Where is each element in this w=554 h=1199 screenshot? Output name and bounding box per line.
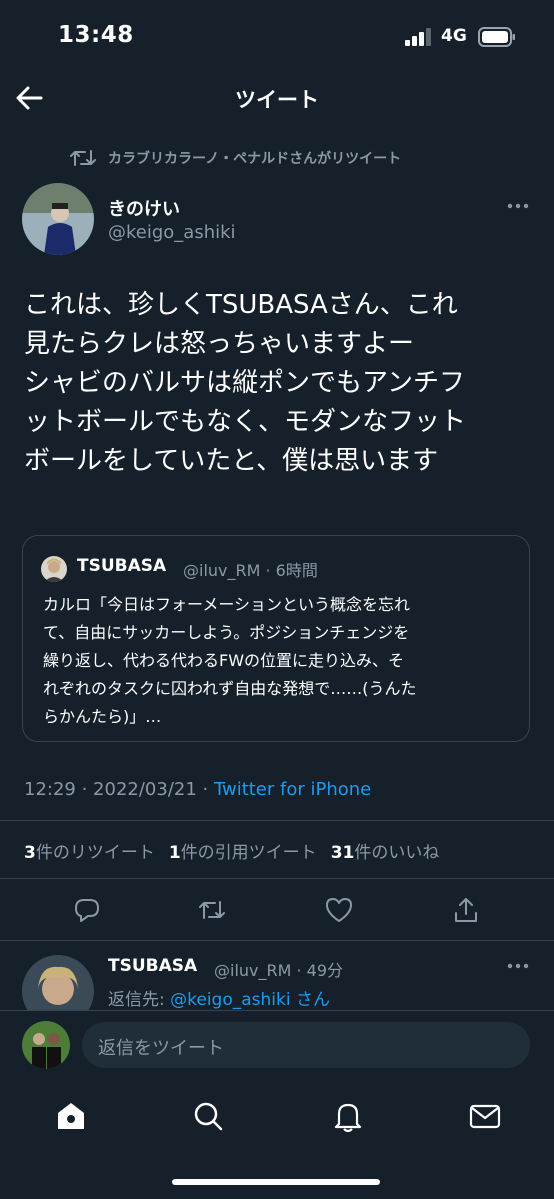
quote-avatar [41,556,67,582]
page-title: ツイート [235,88,319,112]
quote-text: カルロ「今日はフォーメーションという概念を忘れ て、自由にサッカーしよう。ポジシ… [43,595,417,726]
reply-author-meta: @iluv_RM · 49分 [214,961,344,980]
quote-author-meta: @iluv_RM · 6時間 [183,561,318,580]
quotes-stat[interactable]: 1件の引用ツイート [169,838,317,863]
divider [0,878,554,879]
retweet-context[interactable]: カラブリカラーノ・ペナルドさんがリツイート [70,146,401,170]
replying-to-link[interactable]: @keigo_ashiki [170,990,290,1010]
battery-icon [478,27,515,47]
search-icon[interactable] [191,1099,225,1133]
tweet-text: これは、珍しくTSUBASAさん、これ 見たらクレは怒っちゃいますよー シャビの… [24,290,467,476]
tweet-client-link[interactable]: Twitter for iPhone [214,779,371,800]
likes-stat[interactable]: 31件のいいね [331,838,440,863]
retweet-context-label: カラブリカラーノ・ペナルドさんがリツイート [108,151,402,167]
status-time: 13:48 [58,22,134,48]
signal-icon [405,28,431,46]
back-arrow-icon[interactable] [14,84,44,112]
divider [0,940,554,941]
quote-avatar-image [41,556,67,582]
tweet-stats: 3件のリツイート 1件の引用ツイート 31件のいいね [24,838,439,863]
reply-icon[interactable] [72,895,102,925]
retweet-icon [70,150,96,166]
divider [0,820,554,821]
network-type: 4G [441,26,467,46]
author-avatar-image [22,183,94,255]
reply-author-name[interactable]: TSUBASA [108,956,197,976]
messages-icon[interactable] [468,1099,502,1133]
quote-tweet-card[interactable]: TSUBASA @iluv_RM · 6時間 カルロ「今日はフォーメーションとい… [22,535,530,742]
reply-replying-to: 返信先: @keigo_ashiki さん [108,990,330,1010]
my-avatar-image [22,1021,70,1069]
quote-author-name: TSUBASA [77,556,167,576]
author-avatar[interactable] [22,183,94,255]
more-icon[interactable] [507,963,529,969]
my-avatar [22,1021,70,1069]
reply-compose-input[interactable]: 返信をツイート [82,1022,530,1068]
more-icon[interactable] [507,203,529,209]
notifications-icon[interactable] [331,1099,365,1133]
share-icon[interactable] [451,895,481,925]
retweets-stat[interactable]: 3件のリツイート [24,838,155,863]
tweet-timestamp: 12:29 · 2022/03/21 · [24,779,214,800]
home-indicator [172,1179,380,1185]
author-name[interactable]: きのけい [108,195,180,221]
like-icon[interactable] [324,895,354,925]
home-icon[interactable] [54,1099,88,1133]
tweet-timestamp-row: 12:29 · 2022/03/21 · Twitter for iPhone [24,779,371,800]
retweet-icon[interactable] [197,895,227,925]
author-handle[interactable]: @keigo_ashiki [108,222,236,243]
